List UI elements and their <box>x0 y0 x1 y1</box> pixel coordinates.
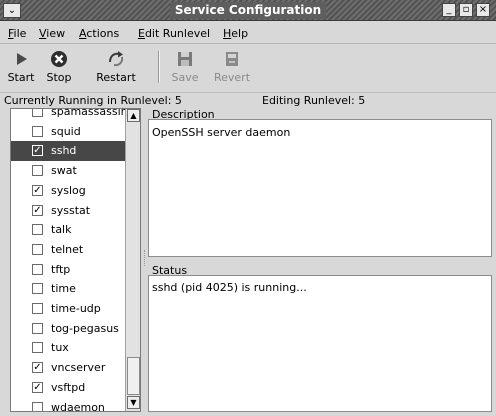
window-menu-button[interactable]: ⌄ <box>3 3 21 18</box>
service-checkbox[interactable] <box>32 165 43 177</box>
service-checkbox[interactable] <box>32 243 43 255</box>
service-name: sshd <box>51 144 77 158</box>
service-row-squid[interactable]: squid <box>11 122 125 142</box>
service-row-swat[interactable]: swat <box>11 161 125 181</box>
runlevel-status-row: Currently Running in Runlevel: 5 Editing… <box>0 92 496 108</box>
service-name: swat <box>51 164 77 178</box>
service-checkbox[interactable] <box>32 263 43 275</box>
service-row-vncserver[interactable]: ✓ vncserver <box>11 358 125 378</box>
restart-icon <box>109 51 124 67</box>
service-name: time-udp <box>51 302 101 315</box>
service-name: spamassassin <box>51 108 128 118</box>
toolbar-separator <box>158 51 160 83</box>
menu-file[interactable]: File <box>8 27 26 40</box>
service-checkbox[interactable] <box>32 224 43 236</box>
description-text: OpenSSH server daemon <box>152 126 291 139</box>
service-row-sysstat[interactable]: ✓ sysstat <box>11 201 125 221</box>
stop-button[interactable]: Stop <box>40 47 78 89</box>
scroll-down-arrow-icon[interactable]: ▼ <box>127 396 140 409</box>
service-checkbox[interactable] <box>32 303 43 314</box>
service-row-sshd[interactable]: ✓ sshd <box>11 141 125 162</box>
service-name: time <box>51 282 76 296</box>
service-name: tog-pegasus <box>51 321 119 335</box>
service-row-time[interactable]: time <box>11 279 125 299</box>
stop-icon <box>51 51 67 67</box>
service-row-telnet[interactable]: telnet <box>11 240 125 260</box>
save-button[interactable]: Save <box>166 47 204 89</box>
service-name: telnet <box>51 242 84 256</box>
menu-view[interactable]: View <box>39 27 65 40</box>
status-box: sshd (pid 4025) is running... <box>148 275 492 412</box>
service-name: vncserver <box>51 361 106 375</box>
service-checkbox[interactable] <box>32 283 43 295</box>
play-icon <box>17 53 27 65</box>
menu-file-label: ile <box>13 27 27 40</box>
service-row-talk[interactable]: talk <box>11 220 125 240</box>
minimize-button[interactable]: _ <box>442 3 456 17</box>
revert-button[interactable]: Revert <box>210 47 254 89</box>
start-label: Start <box>7 71 35 84</box>
service-checkbox[interactable]: ✓ <box>32 381 43 393</box>
menu-help[interactable]: Help <box>223 27 248 40</box>
service-name: talk <box>51 223 72 237</box>
menu-edit-runlevel-label: dit Runlevel <box>144 27 211 40</box>
service-checkbox[interactable] <box>32 342 43 354</box>
service-configuration-window: ⌄ Service Configuration _ ▫ × File View … <box>0 0 496 416</box>
scrollbar-thumb[interactable] <box>127 357 140 395</box>
save-icon <box>178 52 192 66</box>
service-row-spamassassin[interactable]: spamassassin <box>11 108 128 122</box>
window-title: Service Configuration <box>170 2 326 19</box>
service-row-tog-pegasus[interactable]: tog-pegasus <box>11 319 125 339</box>
service-checkbox[interactable] <box>32 322 43 334</box>
editing-runlevel-text: Editing Runlevel: 5 <box>262 94 366 107</box>
service-name: sysstat <box>51 203 91 217</box>
service-name: syslog <box>51 183 86 197</box>
description-box: OpenSSH server daemon <box>148 119 492 257</box>
maximize-button[interactable]: ▫ <box>459 3 473 17</box>
toolbar: Start Stop Restart Save Revert <box>0 45 496 91</box>
service-row-vsftpd[interactable]: ✓ vsftpd <box>11 378 125 398</box>
pane-splitter-handle[interactable] <box>144 250 147 266</box>
menu-view-label: iew <box>46 27 66 40</box>
restart-button[interactable]: Restart <box>80 47 152 89</box>
service-name: tux <box>51 341 69 355</box>
save-label: Save <box>171 71 199 84</box>
menu-actions-label: ctions <box>86 27 120 40</box>
menu-bar: File View Actions Edit Runlevel Help <box>0 22 496 44</box>
scroll-up-arrow-icon[interactable]: ▲ <box>127 109 140 122</box>
title-bar[interactable]: ⌄ Service Configuration _ ▫ × <box>0 0 496 21</box>
service-list[interactable]: spamassassin squid ✓ sshd swat ✓ syslog ✓ syssta… <box>10 108 141 412</box>
service-list-scrollbar[interactable]: ▲ ▼ <box>125 109 140 411</box>
service-checkbox[interactable]: ✓ <box>32 204 43 216</box>
close-button[interactable]: × <box>476 3 490 17</box>
service-checkbox[interactable]: ✓ <box>32 184 43 196</box>
service-row-syslog[interactable]: ✓ syslog <box>11 181 125 201</box>
service-checkbox[interactable] <box>32 125 43 137</box>
menu-edit-runlevel-mnemonic: E <box>138 27 145 40</box>
current-runlevel-text: Currently Running in Runlevel: 5 <box>4 94 182 107</box>
revert-label: Revert <box>213 71 251 84</box>
service-row-tftp[interactable]: tftp <box>11 260 125 280</box>
service-checkbox[interactable]: ✓ <box>32 145 43 157</box>
status-text: sshd (pid 4025) is running... <box>152 281 307 294</box>
service-name: vsftpd <box>51 380 86 394</box>
service-checkbox[interactable] <box>32 109 43 117</box>
service-name: tftp <box>51 262 71 276</box>
restart-label: Restart <box>96 71 136 84</box>
service-row-wdaemon[interactable]: wdaemon <box>11 398 125 412</box>
service-row-tux[interactable]: tux <box>11 338 125 358</box>
service-row-time-udp[interactable]: time-udp <box>11 299 125 319</box>
service-checkbox[interactable] <box>32 401 43 411</box>
start-button[interactable]: Start <box>4 47 38 89</box>
service-name: wdaemon <box>51 400 105 412</box>
revert-icon <box>226 52 238 66</box>
stop-label: Stop <box>46 71 72 84</box>
menu-edit-runlevel[interactable]: Edit Runlevel <box>138 27 210 40</box>
menu-help-label: elp <box>231 27 249 40</box>
service-checkbox[interactable]: ✓ <box>32 362 43 374</box>
service-name: squid <box>51 124 81 138</box>
menu-actions[interactable]: Actions <box>79 27 119 40</box>
